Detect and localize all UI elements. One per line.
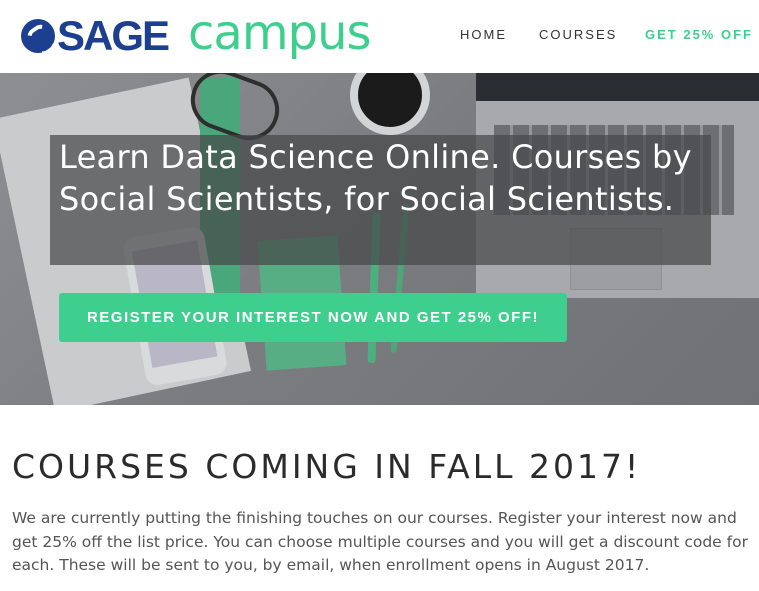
nav-home-link[interactable]: HOME <box>460 27 507 42</box>
nav-courses-link[interactable]: COURSES <box>539 27 617 42</box>
hero-title: Learn Data Science Online. Courses by So… <box>59 138 692 218</box>
sage-logo-icon <box>21 19 55 53</box>
site-header: SAGE campus HOME COURSES GET 25% OFF <box>0 0 759 73</box>
register-interest-button[interactable]: REGISTER YOUR INTEREST NOW AND GET 25% O… <box>59 293 567 342</box>
section-heading: COURSES COMING IN FALL 2017! <box>12 447 642 486</box>
logo-brand-text: SAGE <box>57 12 170 59</box>
sage-campus-logo[interactable]: SAGE campus <box>21 5 372 64</box>
hero-banner: Learn Data Science Online. Courses by So… <box>0 73 759 405</box>
logo-product-text: campus <box>188 5 371 61</box>
hero-background-laptop-screen <box>476 73 759 101</box>
section-body-text: We are currently putting the finishing t… <box>12 509 748 574</box>
hero-background-coffee-cup <box>350 73 430 135</box>
nav-offer-link[interactable]: GET 25% OFF <box>645 27 753 42</box>
